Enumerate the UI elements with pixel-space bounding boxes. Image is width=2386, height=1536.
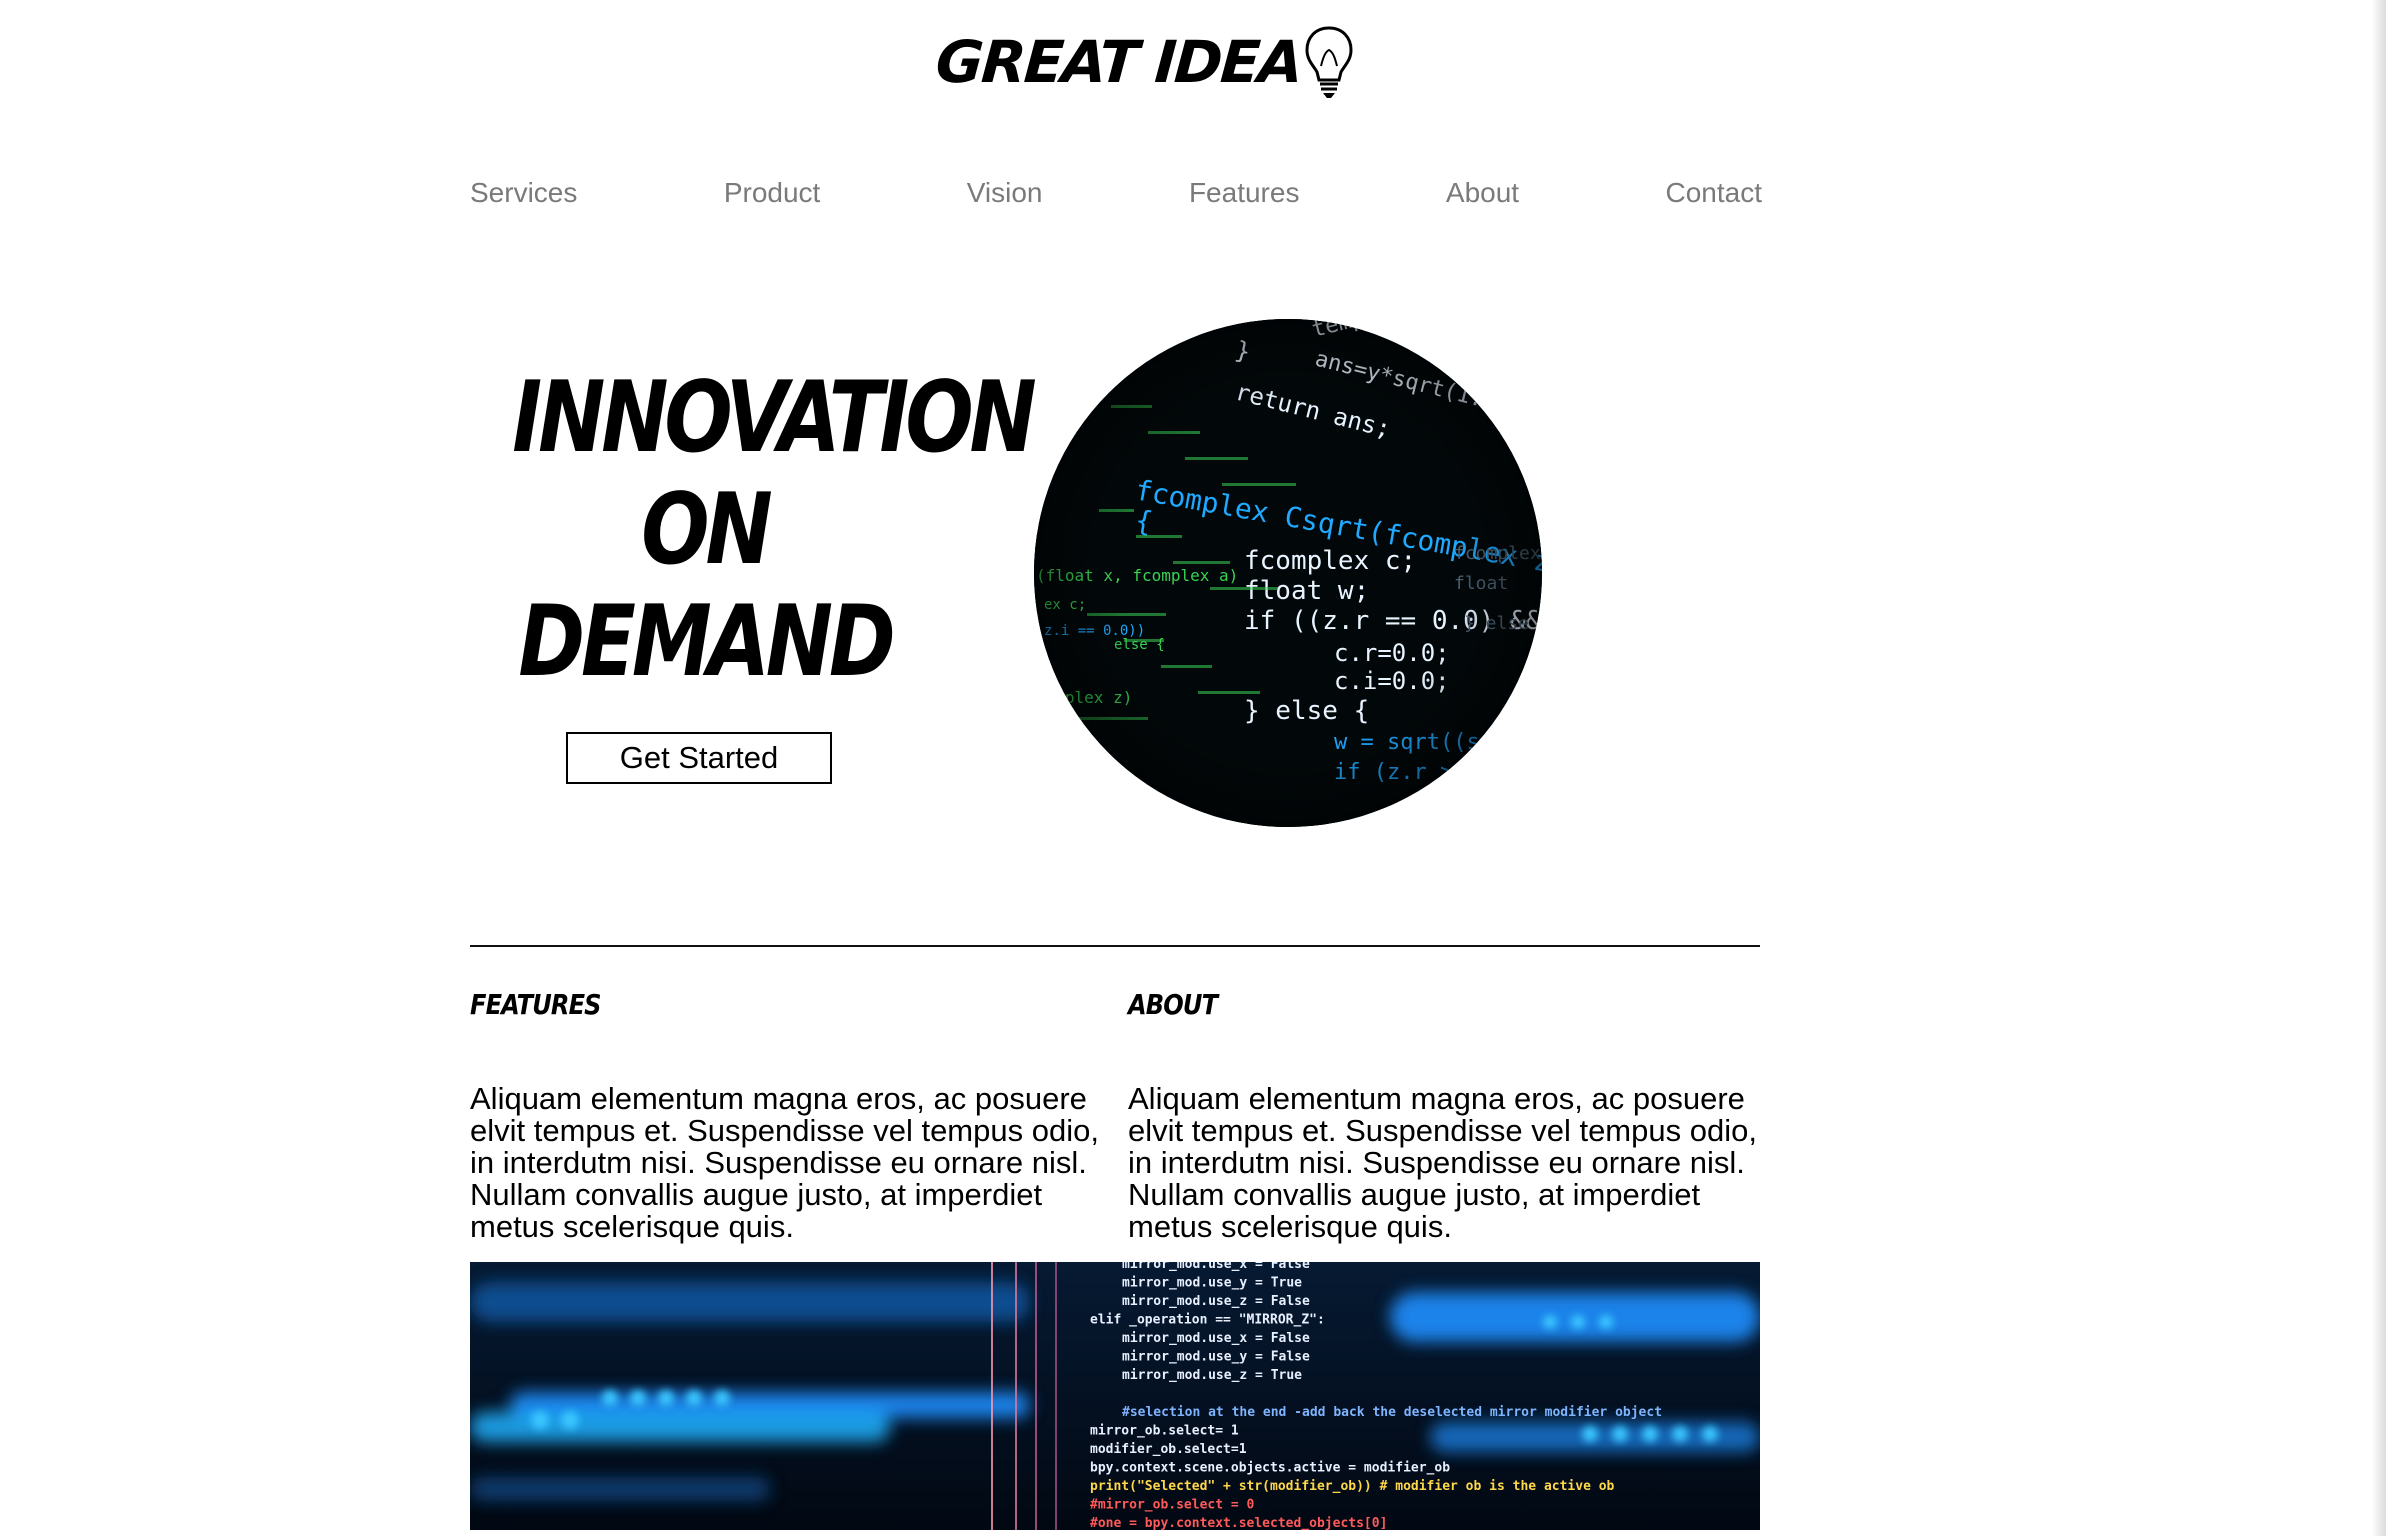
banner-code-line: mirror_mod.use_z = False [1122, 1294, 1310, 1309]
banner-code-line: bpy.context.scene.objects.active = modif… [1090, 1461, 1450, 1476]
banner-code-line: #one = bpy.context.selected_objects[0] [1090, 1516, 1387, 1530]
banner-code-line: modifier_ob.select=1 [1090, 1442, 1247, 1457]
banner-code-line: #selection at the end -add back the dese… [1122, 1405, 1662, 1420]
banner-code-line: mirror_mod.use_y = True [1122, 1276, 1302, 1291]
nav-item-features[interactable]: Features [1189, 177, 1300, 209]
brand-logo[interactable]: GREAT IDEA [933, 22, 1357, 102]
about-body: Aliquam elementum magna eros, ac posuere… [1128, 1081, 1757, 1244]
banner-code-line: elif _operation == "MIRROR_Z": [1090, 1313, 1325, 1328]
hero-code-svg: temp=x/y;}ans=y*sqrt(1.0+tempreturn ans;… [1034, 319, 1542, 827]
window-edge-shade [2372, 0, 2386, 1536]
banner-code-line: #mirror_ob.select = 0 [1090, 1498, 1255, 1513]
lightbulb-icon [1305, 26, 1353, 98]
banner-code-svg: mirror_mod.use_x = False mirror_mod.use_y… [470, 1262, 1760, 1530]
code-banner-image: mirror_mod.use_x = False mirror_mod.use_y… [470, 1262, 1760, 1530]
hero-code-image: temp=x/y;}ans=y*sqrt(1.0+tempreturn ans;… [1034, 319, 1542, 827]
banner-code-line: mirror_ob.select= 1 [1090, 1424, 1239, 1439]
features-body: Aliquam elementum magna eros, ac posuere… [470, 1081, 1099, 1244]
nav-item-about[interactable]: About [1446, 177, 1519, 209]
banner-code-line: mirror_mod.use_x = False [1122, 1331, 1310, 1346]
banner-code-line: mirror_mod.use_x = False [1122, 1262, 1310, 1272]
nav-item-services[interactable]: Services [470, 177, 577, 209]
banner-code-line: print("Selected" + str(modifier_ob)) # m… [1090, 1479, 1615, 1494]
about-heading: ABOUT [1128, 988, 1218, 1021]
code-texture-dash [1074, 379, 1104, 382]
brand-name: GREAT IDEA [933, 28, 1304, 96]
hero-title-line-1: INNOVATION [512, 361, 1036, 475]
nav-item-vision[interactable]: Vision [967, 177, 1043, 209]
banner-code-line: mirror_mod.use_z = True [1122, 1368, 1302, 1383]
features-section: FEATURES Aliquam elementum magna eros, a… [470, 988, 1100, 1243]
about-section: ABOUT Aliquam elementum magna eros, ac p… [1128, 988, 1758, 1243]
hero-title: INNOVATION ON DEMAND [512, 361, 1036, 699]
hero-title-line-3: DEMAND [518, 585, 895, 699]
banner-code-line: mirror_mod.use_y = False [1122, 1350, 1310, 1365]
features-heading: FEATURES [470, 988, 602, 1021]
get-started-button[interactable]: Get Started [566, 732, 832, 784]
hero-title-line-2: ON [641, 473, 772, 587]
main-nav: Services Product Vision Features About C… [470, 170, 1762, 216]
section-divider [470, 945, 1760, 947]
nav-item-product[interactable]: Product [724, 177, 821, 209]
nav-item-contact[interactable]: Contact [1666, 177, 1763, 209]
